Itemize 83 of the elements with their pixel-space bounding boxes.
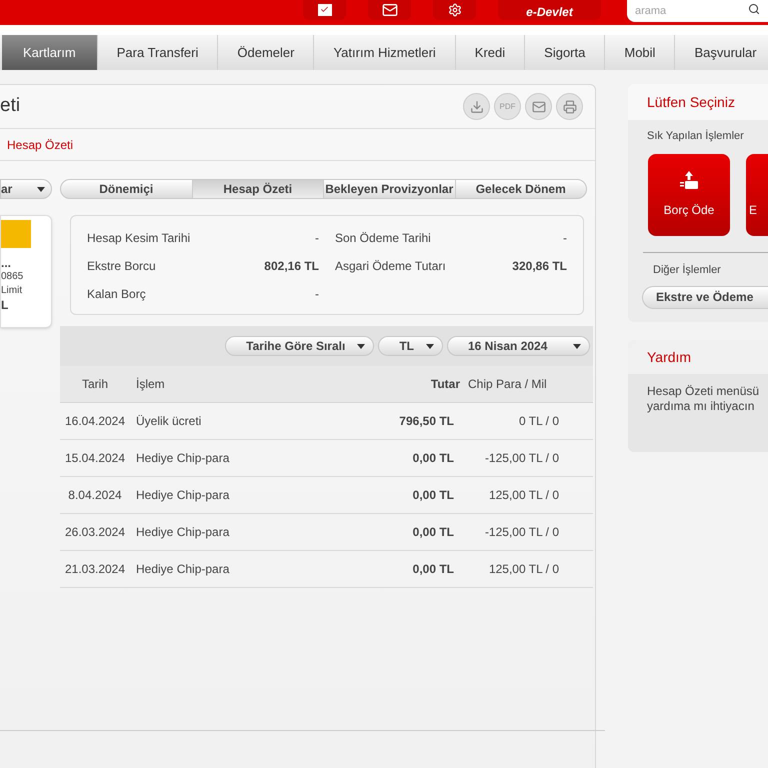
quick-action-button[interactable]: E xyxy=(746,154,768,236)
table-cell-text: 21.03.2024 xyxy=(64,561,126,578)
mail-button[interactable] xyxy=(368,0,411,20)
summary-value: - xyxy=(315,230,319,247)
nav-tab[interactable]: Kredi xyxy=(456,35,526,70)
table-cell-text: 16.04.2024 xyxy=(64,413,126,430)
nav-tab[interactable]: Ödemeler xyxy=(218,35,314,70)
table-cell-text: 0 TL / 0 xyxy=(518,413,559,430)
statement-button[interactable]: Ekstre ve Ödeme xyxy=(642,286,768,308)
table-cell-text: 0,00 TL xyxy=(412,450,454,467)
mail-icon xyxy=(532,100,546,114)
card-dropdown[interactable]: ar xyxy=(0,179,52,199)
summary-value: - xyxy=(563,230,567,247)
table-cell-text: -125,00 TL / 0 xyxy=(484,450,559,467)
card-text: 0865 xyxy=(1,270,24,284)
help-text: Hesap Özeti menüsü yardıma mı ihtiyacın xyxy=(646,383,760,414)
period-tab[interactable]: Hesap Özeti xyxy=(192,180,324,198)
summary-value: 320,86 TL xyxy=(512,258,567,275)
table-cell-text: Üyelik ücreti xyxy=(135,413,202,430)
nav-tab[interactable]: Kartlarım xyxy=(2,35,98,70)
e-devlet-button[interactable]: e-Devlet xyxy=(498,0,601,20)
payment-icon xyxy=(678,170,700,190)
table-cell-text: 125,00 TL / 0 xyxy=(488,561,559,578)
print-button[interactable] xyxy=(556,93,583,120)
settings-button[interactable] xyxy=(433,0,476,20)
table-cell-text: Hediye Chip-para xyxy=(135,450,230,467)
table-cell-text: Hediye Chip-para xyxy=(135,524,230,541)
nav-tab[interactable]: Para Transferi xyxy=(98,35,218,70)
column-header: Chip Para / Mil xyxy=(467,376,548,393)
download-button[interactable] xyxy=(463,93,490,120)
search-icon xyxy=(748,2,760,14)
summary-label: Ekstre Borcu xyxy=(87,258,156,275)
quick-action-button[interactable]: Borç Öde xyxy=(648,154,730,236)
card-text: ... xyxy=(1,256,12,270)
table-cell-text: 8.04.2024 xyxy=(67,487,123,504)
summary-label: Kalan Borç xyxy=(87,286,146,303)
nav-tab[interactable]: Mobil xyxy=(605,35,676,70)
table-cell-text: 125,00 TL / 0 xyxy=(488,487,559,504)
summary-label: Son Ödeme Tarihi xyxy=(335,230,431,247)
column-header: Tarih xyxy=(80,376,109,393)
settings-icon xyxy=(448,2,462,16)
column-header: Tutar xyxy=(430,376,460,393)
filter-dropdown[interactable]: Tarihe Göre Sıralı xyxy=(225,336,374,356)
section-label: Sık Yapılan İşlemler xyxy=(647,130,744,142)
table-cell-text: 0,00 TL xyxy=(412,487,454,504)
summary-label: Asgari Ödeme Tutarı xyxy=(335,258,446,275)
card-text: Limit xyxy=(1,284,22,298)
period-tab[interactable]: Bekleyen Provizyonlar xyxy=(324,180,456,198)
caret-icon xyxy=(426,344,434,348)
filter-dropdown[interactable]: TL xyxy=(378,336,443,356)
search-field[interactable]: arama xyxy=(627,0,768,22)
summary-value: 802,16 TL xyxy=(264,258,319,275)
caret-icon xyxy=(37,186,45,192)
table-cell-text: Hediye Chip-para xyxy=(135,487,230,504)
summary-value: - xyxy=(315,286,319,303)
section-label: Diğer İşlemler xyxy=(653,264,721,276)
summary-label: Hesap Kesim Tarihi xyxy=(87,230,190,247)
table-cell-text: 0,00 TL xyxy=(412,561,454,578)
table-cell-text: 15.04.2024 xyxy=(64,450,126,467)
card-image xyxy=(1,220,31,248)
mail-button[interactable] xyxy=(525,93,552,120)
nav-tab[interactable]: Sigorta xyxy=(525,35,606,70)
table-cell-text: -125,00 TL / 0 xyxy=(484,524,559,541)
panel-title: Yardım xyxy=(647,348,692,366)
envelope-check-button[interactable] xyxy=(303,0,346,20)
panel-title: Lütfen Seçiniz xyxy=(647,92,735,112)
table-cell-text: Hediye Chip-para xyxy=(135,561,230,578)
period-tab[interactable]: Gelecek Dönem xyxy=(456,180,586,198)
breadcrumb-link[interactable]: Hesap Özeti xyxy=(7,136,74,154)
page-title: eti xyxy=(0,94,20,118)
table-cell-text: 796,50 TL xyxy=(398,413,454,430)
caret-icon xyxy=(357,344,366,348)
caret-icon xyxy=(573,344,581,348)
column-header: İşlem xyxy=(135,376,166,393)
table-cell-text: 26.03.2024 xyxy=(64,524,126,541)
print-icon xyxy=(562,100,576,114)
nav-tab[interactable]: Yatırım Hizmetleri xyxy=(314,35,456,70)
card-text: L xyxy=(1,298,8,312)
table-cell-text: 0,00 TL xyxy=(412,524,454,541)
download-icon xyxy=(470,100,484,114)
nav-tab[interactable]: Başvurular xyxy=(675,35,768,70)
mail-icon xyxy=(382,2,398,18)
filter-dropdown[interactable]: 16 Nisan 2024 xyxy=(447,336,590,356)
